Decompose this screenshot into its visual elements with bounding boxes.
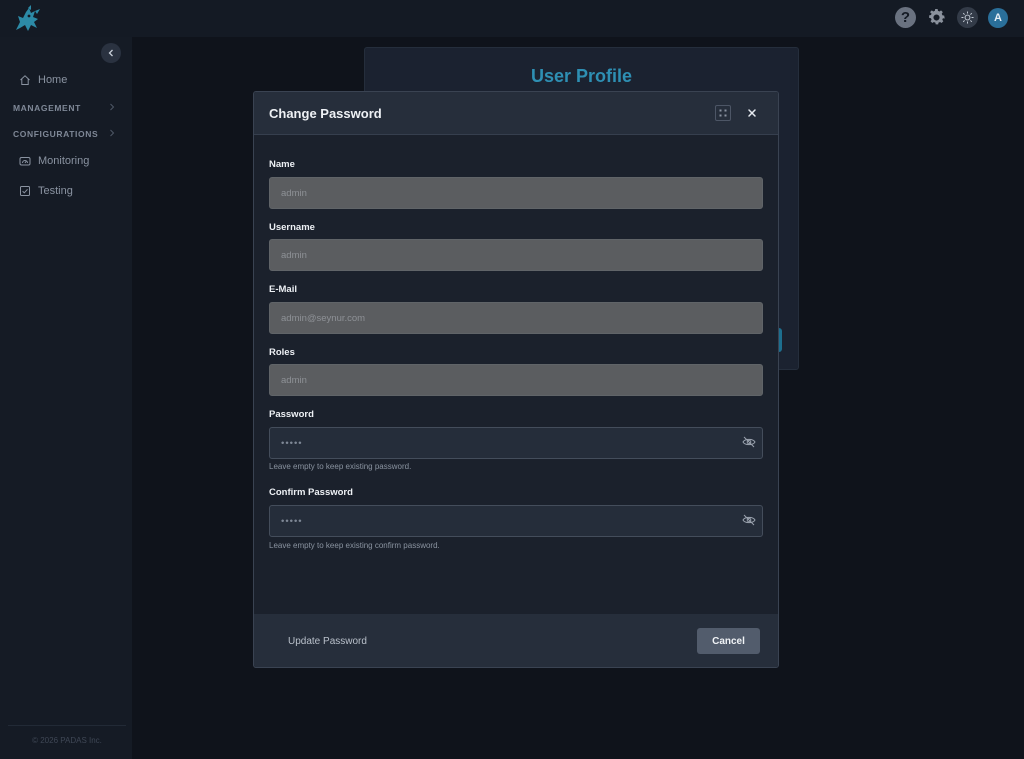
sidebar-item-label: Home <box>38 74 68 86</box>
eye-off-icon[interactable] <box>742 436 756 448</box>
maximize-icon <box>719 109 727 117</box>
dialog-header: Change Password <box>254 92 778 135</box>
sidebar-item-testing[interactable]: Testing <box>0 180 132 202</box>
close-icon <box>748 109 756 117</box>
sidebar-item-label: Testing <box>38 185 73 197</box>
sidebar-item-label: Monitoring <box>38 155 90 167</box>
confirm-password-label: Confirm Password <box>269 487 353 498</box>
chevron-right-icon <box>110 103 115 111</box>
page-title: User Profile <box>530 66 633 86</box>
avatar[interactable]: A <box>988 7 1008 28</box>
dialog-footer: Update Password Cancel <box>254 614 778 667</box>
password-input[interactable] <box>269 427 763 459</box>
change-password-dialog: Change Password Name Username E-Mail Rol… <box>253 91 779 668</box>
sidebar-section-configurations[interactable]: CONFIGURATIONS <box>0 125 132 143</box>
sidebar: Home MANAGEMENT CONFIGURATIONS Monitorin… <box>0 37 132 759</box>
username-field[interactable] <box>269 239 763 271</box>
logo-icon[interactable] <box>12 4 46 34</box>
top-bar: ? A <box>0 0 1024 37</box>
confirm-password-input[interactable] <box>269 505 763 537</box>
name-label: Name <box>269 159 295 170</box>
name-field[interactable] <box>269 177 763 209</box>
password-help-text: Leave empty to keep existing password. <box>269 462 412 471</box>
dialog-title: Change Password <box>269 106 382 121</box>
gear-icon[interactable] <box>926 7 947 28</box>
password-label: Password <box>269 409 314 420</box>
update-password-button[interactable]: Update Password <box>276 630 379 652</box>
sidebar-section-label: MANAGEMENT <box>13 103 81 113</box>
copyright-text: © 2026 PADAS Inc. <box>8 725 126 745</box>
chevron-left-icon <box>108 49 113 57</box>
maximize-button[interactable] <box>715 105 731 121</box>
roles-field[interactable] <box>269 364 763 396</box>
home-icon <box>18 74 31 87</box>
username-label: Username <box>269 222 315 233</box>
sidebar-item-monitoring[interactable]: Monitoring <box>0 150 132 172</box>
collapse-sidebar-button[interactable] <box>101 43 121 63</box>
help-icon[interactable]: ? <box>895 7 916 28</box>
eye-off-icon[interactable] <box>742 514 756 526</box>
close-button[interactable] <box>745 106 759 120</box>
email-label: E-Mail <box>269 284 297 295</box>
checkbox-icon <box>18 185 31 198</box>
sidebar-section-label: CONFIGURATIONS <box>13 129 99 139</box>
email-field[interactable] <box>269 302 763 334</box>
cancel-button[interactable]: Cancel <box>697 628 760 654</box>
chevron-right-icon <box>110 129 115 137</box>
sidebar-item-home[interactable]: Home <box>0 69 132 91</box>
confirm-password-help-text: Leave empty to keep existing confirm pas… <box>269 541 440 550</box>
gauge-icon <box>18 155 31 168</box>
sidebar-section-management[interactable]: MANAGEMENT <box>0 99 132 117</box>
sun-icon[interactable] <box>957 7 978 28</box>
roles-label: Roles <box>269 347 295 358</box>
